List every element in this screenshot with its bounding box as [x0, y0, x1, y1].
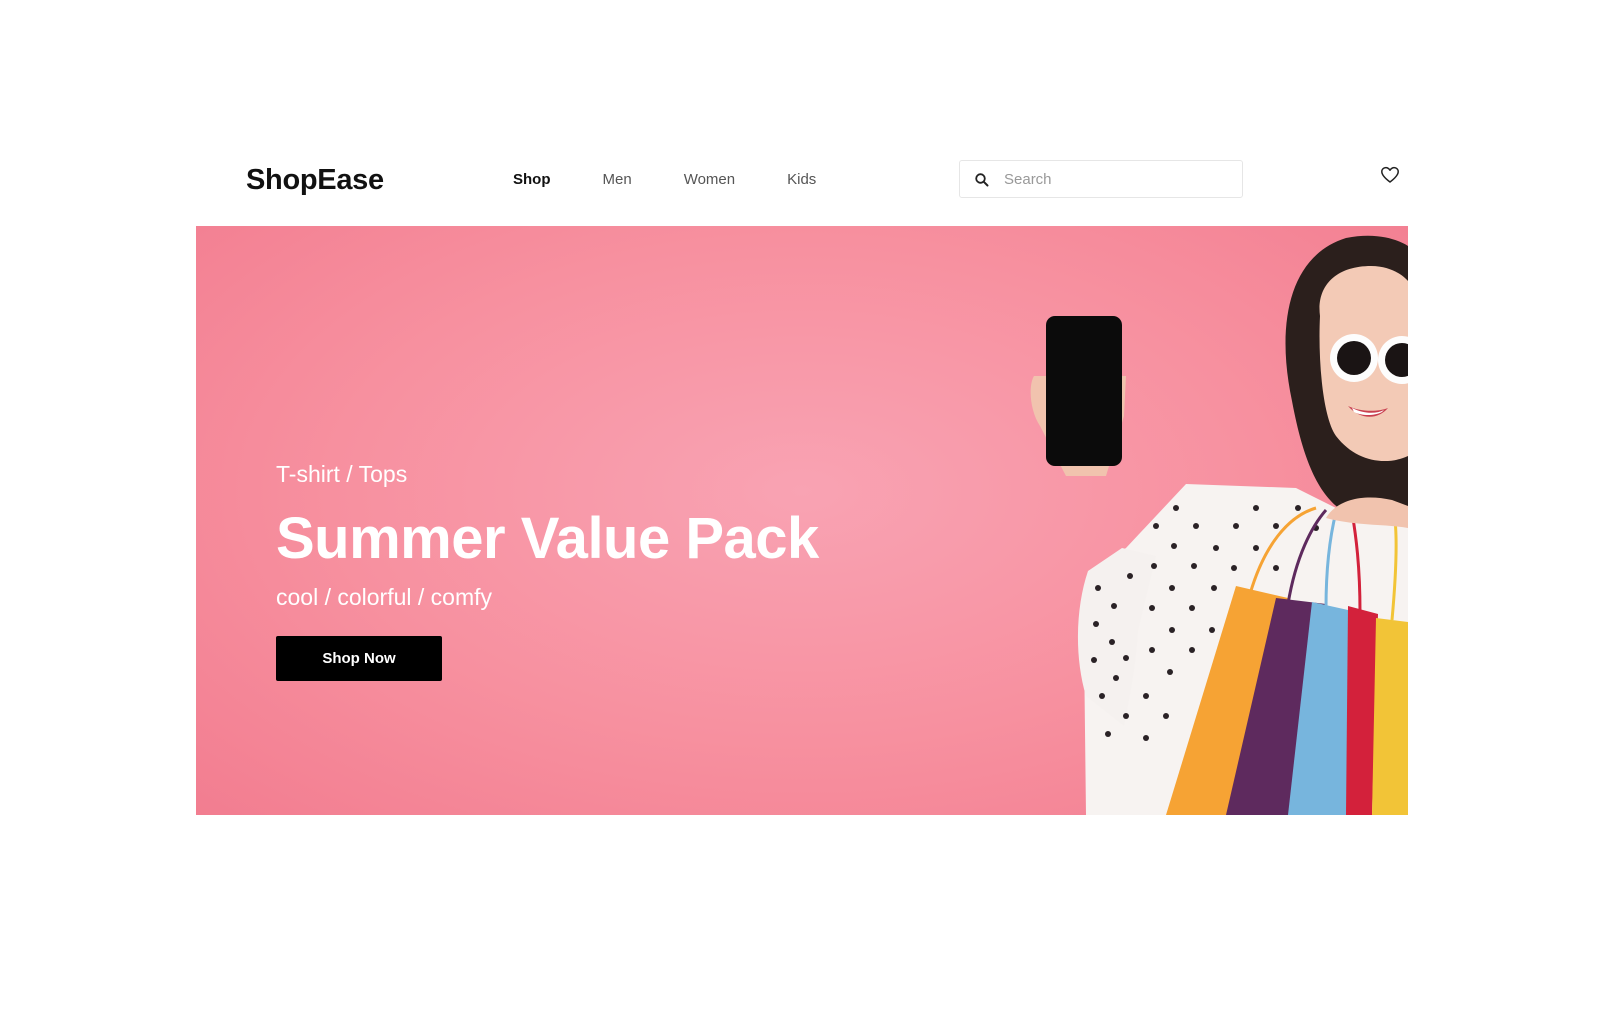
hero-model-image: [1030, 235, 1408, 815]
nav-item-shop[interactable]: Shop: [513, 170, 551, 190]
heart-icon[interactable]: [1380, 165, 1400, 185]
nav-item-women[interactable]: Women: [684, 170, 735, 190]
search-box: [959, 160, 1243, 198]
nav-item-kids[interactable]: Kids: [787, 170, 816, 190]
site-header: ShopEase Shop Men Women Kids: [196, 150, 1408, 210]
sunglasses: [1330, 334, 1408, 384]
smartphone: [1046, 316, 1122, 466]
hero-tagline: cool / colorful / comfy: [276, 584, 493, 610]
hero-category: T-shirt / Tops: [276, 461, 408, 487]
shop-now-button[interactable]: Shop Now: [276, 636, 442, 681]
search-input[interactable]: [1004, 161, 1234, 197]
hero-banner: T-shirt / Tops Summer Value Pack cool / …: [196, 226, 1408, 815]
nav-item-men[interactable]: Men: [603, 170, 632, 190]
search-icon[interactable]: [974, 172, 990, 188]
site-logo[interactable]: ShopEase: [246, 163, 384, 197]
main-nav: Shop Men Women Kids: [513, 170, 868, 190]
hero-title: Summer Value Pack: [276, 506, 819, 571]
